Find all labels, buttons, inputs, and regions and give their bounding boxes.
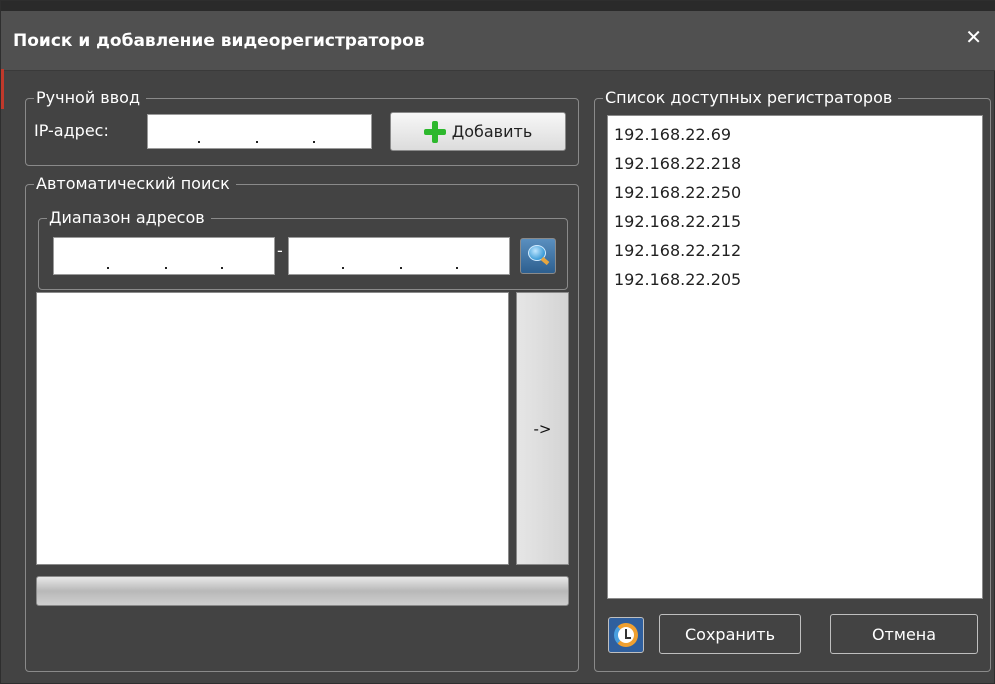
ip-dot — [400, 267, 402, 269]
add-button-label: Добавить — [451, 122, 533, 141]
refresh-icon — [614, 623, 638, 647]
list-item[interactable]: 192.168.22.250 — [608, 178, 982, 207]
ip-dot — [256, 141, 258, 143]
search-button[interactable] — [520, 238, 556, 274]
manual-entry-legend: Ручной ввод — [34, 88, 147, 108]
title-bar: Поиск и добавление видеорегистраторов ✕ — [1, 11, 995, 71]
found-devices-list[interactable] — [36, 292, 509, 565]
available-registrars-legend: Список доступных регистраторов — [603, 88, 899, 108]
move-to-list-button[interactable]: -> — [516, 292, 569, 565]
ip-dot — [342, 267, 344, 269]
save-button[interactable]: Сохранить — [659, 614, 801, 654]
plus-icon — [423, 120, 446, 143]
ip-dot — [456, 267, 458, 269]
range-to-input[interactable] — [288, 237, 510, 275]
list-item[interactable]: 192.168.22.215 — [608, 207, 982, 236]
auto-search-legend: Автоматический поиск — [34, 174, 236, 194]
range-separator: - — [277, 241, 283, 260]
dialog-window: Поиск и добавление видеорегистраторов ✕ … — [0, 0, 995, 684]
list-item[interactable]: 192.168.22.218 — [608, 149, 982, 178]
available-registrars-group: Список доступных регистраторов 192.168.2… — [594, 88, 991, 672]
address-range-legend: Диапазон адресов — [47, 208, 211, 228]
manual-entry-group: Ручной ввод IP-адрес: Добавить — [25, 88, 579, 166]
list-item[interactable]: 192.168.22.205 — [608, 265, 982, 294]
list-item[interactable]: 192.168.22.69 — [608, 120, 982, 149]
search-progress-bar — [36, 576, 569, 606]
list-item[interactable]: 192.168.22.212 — [608, 236, 982, 265]
ip-dot — [198, 141, 200, 143]
available-registrars-list[interactable]: 192.168.22.69 192.168.22.218 192.168.22.… — [607, 115, 983, 599]
ip-dot — [221, 267, 223, 269]
refresh-button[interactable] — [608, 617, 644, 653]
add-button[interactable]: Добавить — [390, 112, 566, 151]
search-icon-handle — [540, 256, 550, 266]
cancel-button[interactable]: Отмена — [830, 614, 978, 654]
address-range-group: Диапазон адресов - — [38, 208, 568, 290]
ip-dot — [313, 141, 315, 143]
red-edge-marker — [1, 69, 4, 109]
ip-dot — [165, 267, 167, 269]
range-from-input[interactable] — [53, 237, 275, 275]
window-title: Поиск и добавление видеорегистраторов — [13, 31, 425, 51]
close-icon[interactable]: ✕ — [965, 25, 982, 49]
ip-label: IP-адрес: — [34, 121, 109, 140]
ip-dot — [107, 267, 109, 269]
ip-address-input[interactable] — [147, 114, 372, 149]
auto-search-group: Автоматический поиск Диапазон адресов - — [25, 174, 579, 672]
top-strip — [1, 1, 995, 11]
